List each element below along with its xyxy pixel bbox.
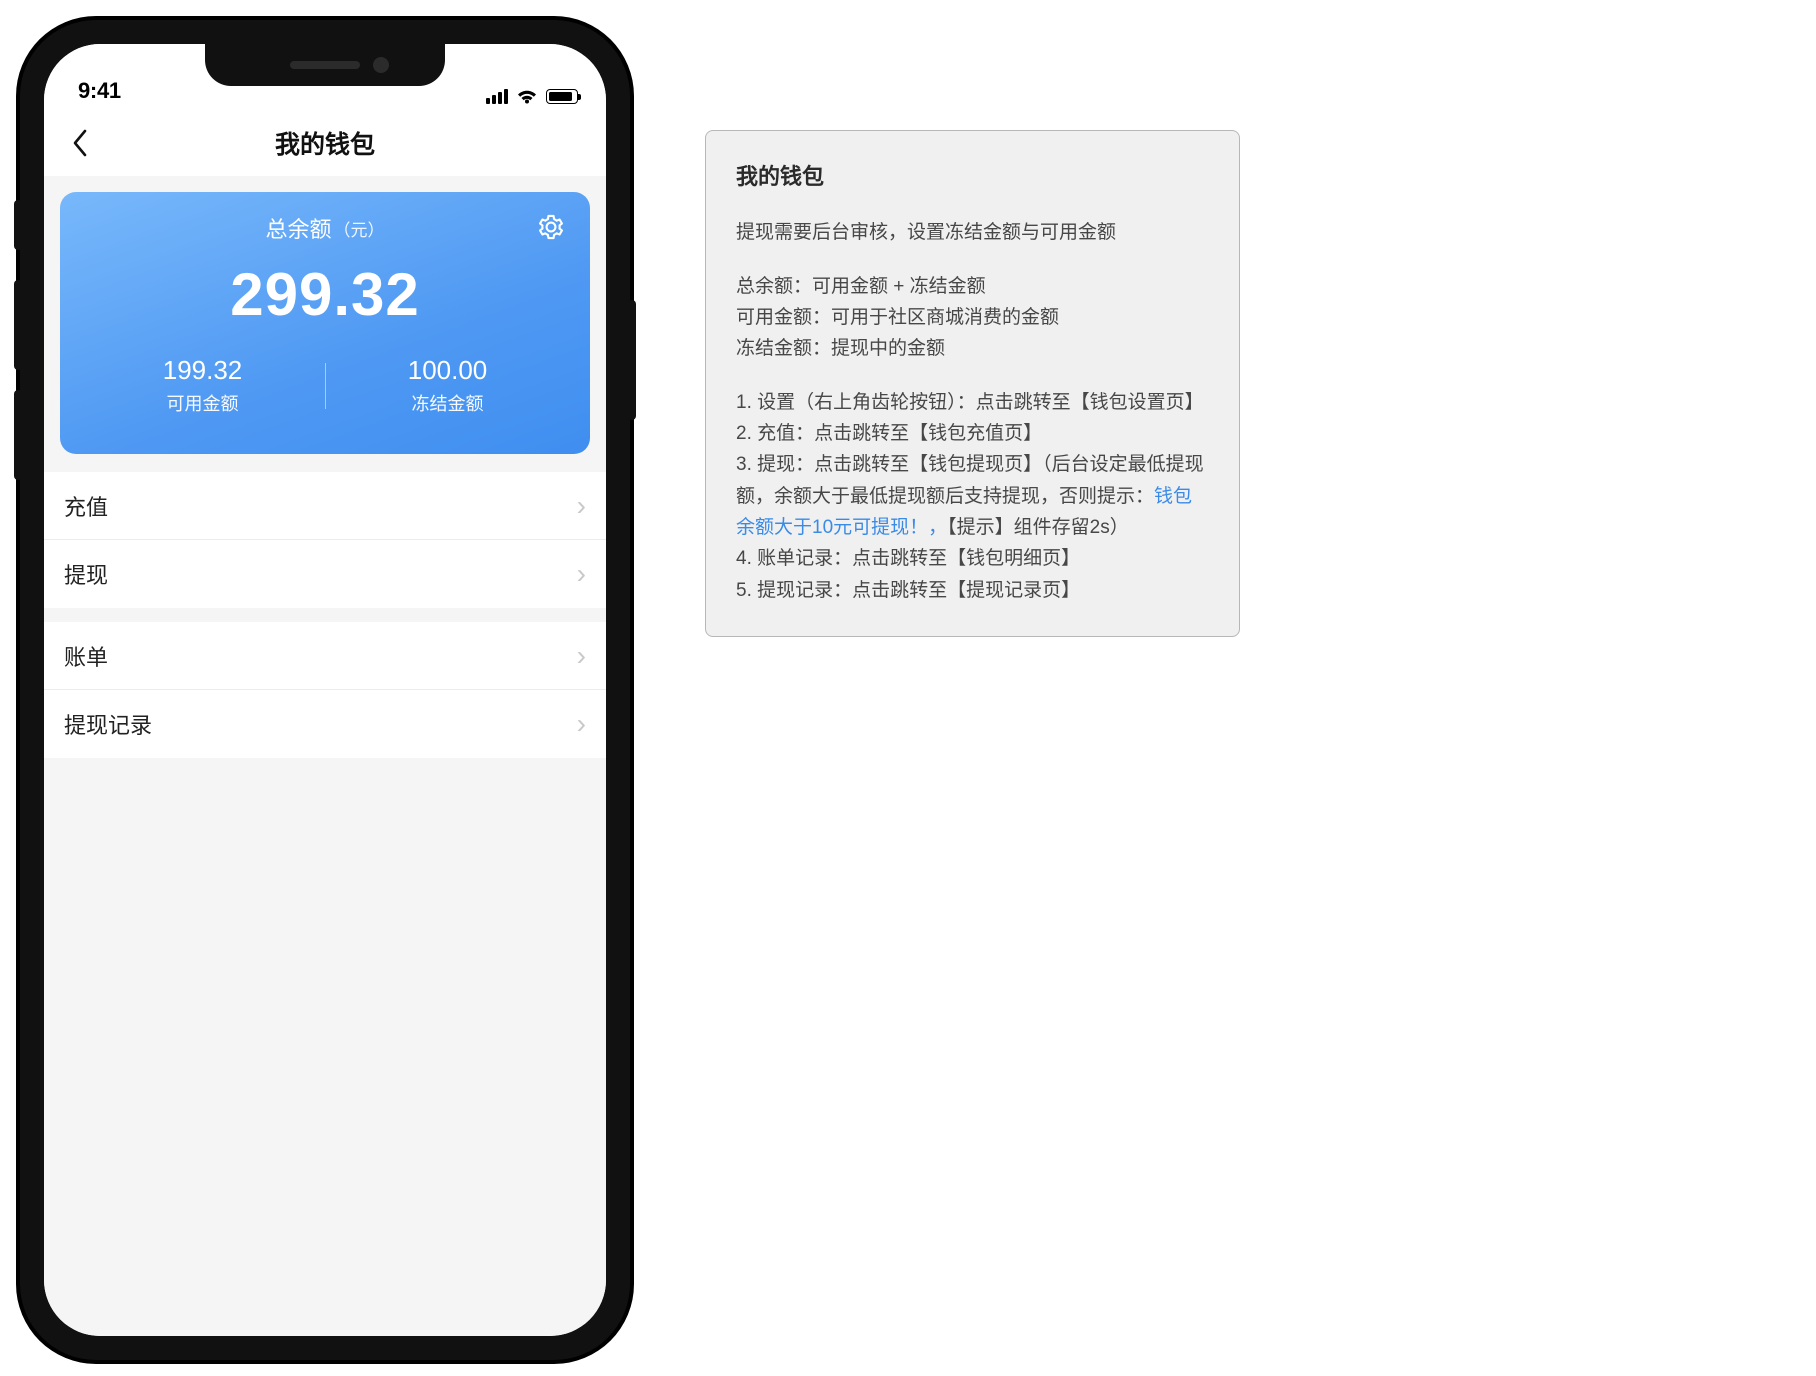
balance-frozen: 100.00 冻结金额 (325, 355, 570, 429)
menu-group-1: 充值 › 提现 › (44, 472, 606, 608)
spec-intro: 提现需要后台审核，设置冻结金额与可用金额 (736, 217, 1209, 248)
page-title: 我的钱包 (44, 125, 606, 161)
menu-item-label: 充值 (64, 490, 108, 522)
gear-icon (537, 213, 565, 241)
balance-total: 299.32 (80, 260, 570, 329)
phone-frame: 9:41 (20, 20, 630, 1360)
spec-note-5: 5. 提现记录：点击跳转至【提现记录页】 (736, 575, 1209, 606)
menu-item-topup[interactable]: 充值 › (44, 472, 606, 540)
balance-head-label: 总余额 (265, 212, 331, 244)
spec-def-frozen: 冻结金额：提现中的金额 (736, 338, 945, 359)
phone-screen: 9:41 (44, 44, 606, 1336)
chevron-right-icon: › (577, 558, 586, 590)
balance-frozen-value: 100.00 (325, 355, 570, 386)
phone-mock: 9:41 (20, 20, 630, 1360)
menu-item-label: 账单 (64, 640, 108, 672)
status-time: 9:41 (78, 78, 121, 104)
battery-icon (546, 89, 578, 104)
balance-available-label: 可用金额 (80, 390, 325, 416)
balance-header: 总余额 （元） (80, 210, 570, 246)
spec-notes: 1. 设置（右上角齿轮按钮）：点击跳转至【钱包设置页】 2. 充值：点击跳转至【… (736, 387, 1209, 606)
balance-available: 199.32 可用金额 (80, 355, 325, 429)
menu-group-2: 账单 › 提现记录 › (44, 622, 606, 758)
phone-notch (205, 44, 445, 86)
wifi-icon (516, 88, 538, 104)
chevron-right-icon: › (577, 640, 586, 672)
menu-item-withdraw[interactable]: 提现 › (44, 540, 606, 608)
chevron-right-icon: › (577, 490, 586, 522)
spec-note-2: 2. 充值：点击跳转至【钱包充值页】 (736, 418, 1209, 449)
phone-camera (373, 57, 389, 73)
spec-title: 我的钱包 (736, 159, 1209, 195)
phone-speaker (290, 61, 360, 69)
balance-head-unit: （元） (334, 216, 385, 241)
page-body: 总余额 （元） 299.32 199.32 可用金 (44, 176, 606, 1336)
menu-item-bills[interactable]: 账单 › (44, 622, 606, 690)
cellular-icon (486, 88, 508, 104)
chevron-right-icon: › (577, 708, 586, 740)
spec-panel: 我的钱包 提现需要后台审核，设置冻结金额与可用金额 总余额：可用金额 + 冻结金… (705, 130, 1240, 637)
balance-breakdown: 199.32 可用金额 100.00 冻结金额 (80, 355, 570, 429)
spec-note-4: 4. 账单记录：点击跳转至【钱包明细页】 (736, 543, 1209, 574)
balance-available-value: 199.32 (80, 355, 325, 386)
nav-bar: 我的钱包 (44, 110, 606, 176)
spec-def-total: 总余额：可用金额 + 冻结金额 (736, 276, 986, 297)
balance-frozen-label: 冻结金额 (325, 390, 570, 416)
menu-item-label: 提现 (64, 558, 108, 590)
wallet-settings-button[interactable] (534, 210, 568, 244)
status-icons (486, 88, 578, 104)
menu-item-label: 提现记录 (64, 708, 152, 740)
spec-note-1: 1. 设置（右上角齿轮按钮）：点击跳转至【钱包设置页】 (736, 387, 1209, 418)
balance-card: 总余额 （元） 299.32 199.32 可用金 (60, 192, 590, 454)
menu-item-withdraw-records[interactable]: 提现记录 › (44, 690, 606, 758)
spec-definitions: 总余额：可用金额 + 冻结金额 可用金额：可用于社区商城消费的金额 冻结金额：提… (736, 271, 1209, 365)
spec-note-3: 3. 提现：点击跳转至【钱包提现页】（后台设定最低提现额，余额大于最低提现额后支… (736, 449, 1209, 543)
spec-def-available: 可用金额：可用于社区商城消费的金额 (736, 307, 1059, 328)
